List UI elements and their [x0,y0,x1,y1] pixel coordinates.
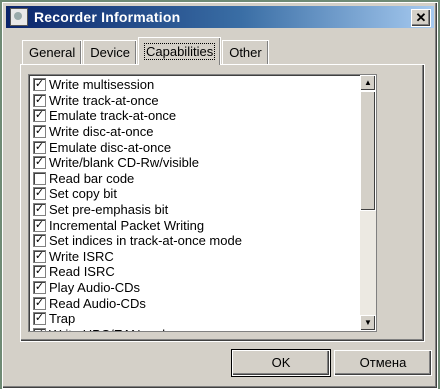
capability-item[interactable]: ✓ Emulate disc-at-once [33,139,356,155]
checkbox[interactable]: ✓ [33,93,46,107]
tab-capabilities[interactable]: Capabilities [138,37,222,65]
capability-label: Set copy bit [49,186,117,202]
scroll-down-icon[interactable]: ▼ [360,315,376,331]
capability-label: Emulate track-at-once [49,108,177,124]
capability-item[interactable]: ✓ Trap [33,311,356,327]
tab-general[interactable]: General [22,40,83,64]
checkbox[interactable]: ✓ [33,281,46,295]
capability-label: Play Audio-CDs [49,280,141,296]
capability-item[interactable]: ✓ Set pre-emphasis bit [33,202,356,218]
vertical-scrollbar[interactable]: ▲ ▼ [360,75,376,331]
capability-label: Set pre-emphasis bit [49,202,169,218]
capability-label: Emulate disc-at-once [49,139,172,155]
capability-item[interactable]: ✓ Read ISRC [33,264,356,280]
tab-other[interactable]: Other [222,40,269,64]
capability-item[interactable]: ✓ Set indices in track-at-once mode [33,233,356,249]
checkbox[interactable]: ✓ [33,265,46,279]
capability-label: Read bar code [49,170,135,186]
checkbox[interactable]: ✓ [33,218,46,232]
capability-item[interactable]: ✓ Write multisession [33,77,356,93]
checkbox[interactable]: ✓ [33,109,46,123]
checkbox[interactable]: ✓ [33,296,46,310]
tab-strip: General Device Capabilities Other [22,37,270,65]
tab-label: General [29,45,76,60]
capability-item[interactable]: ✓ Incremental Packet Writing [33,217,356,233]
checkbox[interactable]: ✓ [33,234,46,248]
capability-label: Write multisession [49,77,155,93]
capability-label: Read ISRC [49,264,115,280]
checkbox[interactable]: ✓ [33,140,46,154]
recorder-icon [10,8,28,26]
capability-label: Set indices in track-at-once mode [49,233,242,249]
cancel-button[interactable]: Отмена [334,350,432,376]
capability-item[interactable]: Read bar code [33,171,356,187]
checkbox[interactable]: ✓ [33,249,46,263]
capability-item[interactable]: ✓ Emulate track-at-once [33,108,356,124]
checkbox[interactable]: ✓ [33,156,46,170]
checkbox[interactable]: ✓ [33,125,46,139]
capability-label: Trap [49,311,76,327]
scroll-thumb[interactable] [360,91,376,211]
ok-button[interactable]: OK [231,349,331,377]
capabilities-list[interactable]: ✓ Write multisession ✓ Write track-at-once ✓… [28,74,377,332]
capability-item[interactable]: ✓ Set copy bit [33,186,356,202]
title-bar: Recorder Information ✕ [6,6,434,28]
capability-item[interactable]: ✓ Write ISRC [33,249,356,265]
capability-item[interactable]: ✓ Play Audio-CDs [33,280,356,296]
capability-label: Incremental Packet Writing [49,217,205,233]
capability-item[interactable]: ✓ Write disc-at-once [33,124,356,140]
checkbox[interactable]: ✓ [33,203,46,217]
capability-label: Write track-at-once [49,92,159,108]
window-title: Recorder Information [34,9,181,25]
checkbox[interactable]: ✓ [33,312,46,326]
capability-item[interactable]: ✓ Read Audio-CDs [33,295,356,311]
capability-label: Write UPC/EAN code [49,327,172,331]
capability-label: Write/blank CD-Rw/visible [49,155,200,171]
tab-label: Device [90,45,130,60]
capability-label: Read Audio-CDs [49,295,146,311]
checkbox[interactable] [33,171,46,185]
checkbox[interactable]: ✓ [33,327,46,331]
capability-label: Write disc-at-once [49,124,154,140]
tab-label: Capabilities [143,43,216,60]
tab-device[interactable]: Device [83,40,137,64]
capability-item[interactable]: ✓ Write/blank CD-Rw/visible [33,155,356,171]
checkbox[interactable]: ✓ [33,187,46,201]
capability-item[interactable]: ✓ Write track-at-once [33,93,356,109]
scroll-up-icon[interactable]: ▲ [360,75,376,91]
tab-label: Other [229,45,262,60]
capability-item[interactable]: ✓Write UPC/EAN code [33,327,356,331]
capability-label: Write ISRC [49,248,114,264]
close-button[interactable]: ✕ [411,9,431,27]
capabilities-items: ✓ Write multisession ✓ Write track-at-once ✓… [33,77,356,331]
checkbox[interactable]: ✓ [33,78,46,92]
